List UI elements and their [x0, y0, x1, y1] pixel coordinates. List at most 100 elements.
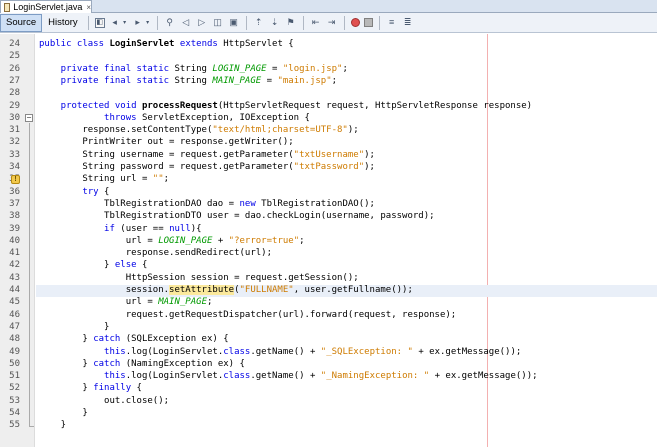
code-token: private final static: [39, 75, 175, 86]
shift-right-icon[interactable]: ⇥: [326, 17, 338, 29]
chevron-down-icon[interactable]: ▾: [145, 17, 151, 29]
code-token: "txtPassword": [293, 162, 365, 172]
code-line[interactable]: } catch (SQLException ex) {: [39, 334, 228, 345]
code-line[interactable]: }: [39, 322, 109, 333]
find-selection-icon[interactable]: ◫: [212, 17, 224, 29]
code-token: .log(LoginServlet.: [125, 371, 224, 382]
line-number: 41: [9, 248, 20, 259]
code-token: ){: [190, 223, 202, 234]
code-token: String url =: [39, 174, 153, 185]
back-icon[interactable]: ◂: [109, 17, 121, 29]
line-number: 37: [9, 198, 20, 209]
next-bookmark-icon[interactable]: ⇣: [269, 17, 281, 29]
code-token: HttpSession session = request.getSession…: [39, 272, 359, 283]
start-macro-icon[interactable]: [350, 18, 360, 27]
previous-bookmark-icon[interactable]: ⇡: [253, 17, 265, 29]
code-token: this: [39, 371, 126, 382]
find-previous-icon[interactable]: ◁: [180, 17, 192, 29]
find-next-icon[interactable]: ▷: [196, 17, 208, 29]
code-line[interactable]: String password = request.getParameter("…: [39, 162, 375, 173]
stop-macro-icon[interactable]: [363, 18, 373, 27]
toolbar-separator: [156, 15, 158, 30]
code-line[interactable]: TblRegistrationDAO dao = new TblRegistra…: [39, 199, 375, 210]
code-token: );: [364, 162, 375, 172]
code-token: protected void: [39, 100, 142, 111]
code-line[interactable]: } catch (NamingException ex) {: [39, 359, 245, 370]
code-line[interactable]: try {: [39, 187, 109, 198]
toggle-highlight-icon[interactable]: ▣: [228, 17, 240, 29]
chevron-down-icon[interactable]: ▾: [122, 17, 128, 29]
code-token: String password = request.getParameter(: [39, 162, 294, 172]
fold-end-marker: [29, 426, 34, 428]
code-token: setAttribute: [169, 285, 235, 295]
code-line[interactable]: response.sendRedirect(url);: [39, 248, 272, 259]
editor-tab[interactable]: LoginServlet.java ×: [0, 0, 92, 13]
shift-left-icon[interactable]: ⇤: [310, 17, 322, 29]
line-number: 48: [9, 334, 20, 345]
code-line[interactable]: private final static String LOGIN_PAGE =…: [39, 64, 348, 75]
line-number: 24: [9, 39, 20, 49]
code-token: ;: [331, 75, 338, 86]
code-line[interactable]: TblRegistrationDTO user = dao.checkLogin…: [39, 211, 435, 222]
code-line[interactable]: response.setContentType("text/html;chars…: [39, 125, 359, 136]
last-edit-icon[interactable]: ◧: [94, 17, 105, 28]
comment-icon[interactable]: ≡: [386, 17, 398, 29]
forward-icon[interactable]: ▸: [132, 17, 144, 29]
code-line[interactable]: } else {: [39, 260, 147, 271]
code-line[interactable]: } finally {: [39, 383, 142, 394]
code-token: String: [174, 63, 213, 74]
code-token: .log(LoginServlet.: [125, 346, 224, 357]
code-line[interactable]: throws ServletException, IOException {: [39, 113, 310, 124]
fold-collapse-icon[interactable]: −: [25, 114, 33, 123]
code-token: );: [347, 125, 359, 136]
code-editor[interactable]: 24252627282930−3132333435!36373839404142…: [0, 34, 657, 447]
code-line[interactable]: private final static String MAIN_PAGE = …: [39, 76, 337, 87]
tab-history[interactable]: History: [42, 14, 84, 32]
code-token: "login.jsp": [282, 63, 343, 74]
code-token: class: [223, 346, 251, 357]
line-number: 55: [9, 420, 20, 431]
code-line[interactable]: HttpSession session = request.getSession…: [39, 273, 359, 284]
code-line[interactable]: out.close();: [39, 396, 169, 407]
code-line[interactable]: }: [39, 420, 66, 431]
line-number: 50: [9, 358, 20, 369]
code-line[interactable]: protected void processRequest(HttpServle…: [39, 101, 532, 112]
code-line[interactable]: url = LOGIN_PAGE + "?error=true";: [39, 236, 305, 247]
code-token: extends: [179, 39, 224, 49]
code-token: "_SQLException: ": [320, 346, 413, 357]
code-token: url =: [39, 235, 159, 246]
warning-icon[interactable]: !: [11, 175, 20, 185]
code-line[interactable]: PrintWriter out = response.getWriter();: [39, 137, 293, 148]
code-line[interactable]: this.log(LoginServlet.class.getName() + …: [39, 347, 521, 358]
code-token: catch: [93, 358, 126, 369]
line-number: 52: [9, 383, 20, 394]
line-number: 29: [9, 100, 20, 111]
code-token: }: [39, 260, 115, 271]
code-token: );: [364, 149, 375, 160]
toggle-bookmark-icon[interactable]: ⚑: [285, 17, 297, 29]
search-icon[interactable]: ⚲: [164, 17, 176, 29]
code-line[interactable]: String url = "";: [39, 174, 169, 185]
line-number: 42: [9, 260, 20, 271]
fold-guide-line: [29, 122, 30, 427]
code-token: private final static: [39, 63, 175, 74]
code-line[interactable]: if (user == null){: [39, 224, 202, 235]
code-line[interactable]: }: [39, 408, 87, 419]
code-line[interactable]: public class LoginServlet extends HttpSe…: [39, 39, 294, 50]
code-line[interactable]: url = MAIN_PAGE;: [39, 297, 213, 308]
close-icon[interactable]: ×: [86, 3, 91, 12]
line-number: 45: [9, 297, 20, 308]
code-line[interactable]: this.log(LoginServlet.class.getName() + …: [39, 371, 538, 382]
code-token: }: [39, 334, 94, 345]
code-line[interactable]: request.getRequestDispatcher(url).forwar…: [39, 310, 457, 321]
toolbar-separator: [378, 15, 380, 30]
code-line[interactable]: session.setAttribute("FULLNAME", user.ge…: [39, 285, 413, 296]
code-token: ;: [163, 174, 170, 185]
code-token: MAIN_PAGE: [158, 297, 207, 308]
uncomment-icon[interactable]: ≣: [402, 17, 414, 29]
tab-source[interactable]: Source: [0, 13, 43, 32]
code-token: LOGIN_PAGE: [212, 63, 267, 74]
code-line[interactable]: String username = request.getParameter("…: [39, 150, 375, 161]
code-token: "text/html;charset=UTF-8": [212, 125, 348, 136]
code-token: .getName() +: [250, 371, 321, 382]
